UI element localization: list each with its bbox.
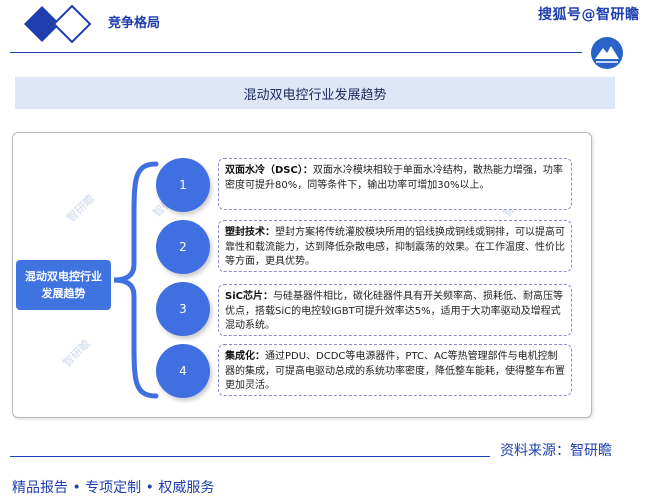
footer-tagline: 精品报告 • 专项定制 • 权威服务: [12, 480, 215, 496]
source-divider: [10, 456, 490, 457]
trend-label: SiC芯片：: [225, 291, 273, 302]
trend-label: 双面水冷（DSC）：: [225, 165, 313, 176]
mountain-badge-icon: [591, 37, 623, 69]
curly-brace-icon: [113, 161, 159, 399]
double-diamond-icon: [24, 4, 92, 44]
trend-label: 集成化：: [225, 351, 265, 362]
trend-text: 与硅基器件相比，碳化硅器件具有开关频率高、损耗低、耐高压等优点，搭载SiC的电控…: [225, 291, 563, 331]
page-title: 混动双电控行业发展趋势: [15, 77, 615, 109]
trend-text: 通过PDU、DCDC等电源器件，PTC、AC等热管理部件与电机控制器的集成，可提…: [225, 351, 565, 391]
item-number-circle: 2: [156, 220, 210, 274]
item-number-circle: 1: [156, 158, 210, 212]
trend-card: 集成化：通过PDU、DCDC等电源器件，PTC、AC等热管理部件与电机控制器的集…: [218, 344, 572, 396]
source-note: 资料来源：智研瞻: [500, 443, 612, 459]
trend-text: 塑封方案将传统灌胶模块所用的铝线换成铜线或铜排，可以提高可靠性和载流能力，达到降…: [225, 227, 565, 267]
trend-label: 塑封技术：: [225, 227, 275, 238]
trend-card: 塑封技术：塑封方案将传统灌胶模块所用的铝线换成铜线或铜排，可以提高可靠性和载流能…: [218, 220, 572, 272]
trend-card: SiC芯片：与硅基器件相比，碳化硅器件具有开关频率高、损耗低、耐高压等优点，搭载…: [218, 284, 572, 336]
watermark-text: 搜狐号@智研瞻: [538, 7, 640, 23]
item-number-circle: 4: [156, 344, 210, 398]
section-title: 竞争格局: [108, 16, 161, 31]
side-label: 混动双电控行业发展趋势: [16, 260, 111, 310]
item-number-circle: 3: [156, 282, 210, 336]
header-divider: [10, 52, 582, 53]
trend-card: 双面水冷（DSC）：双面水冷模块相较于单面水冷结构，散热能力增强，功率密度可提升…: [218, 158, 572, 210]
